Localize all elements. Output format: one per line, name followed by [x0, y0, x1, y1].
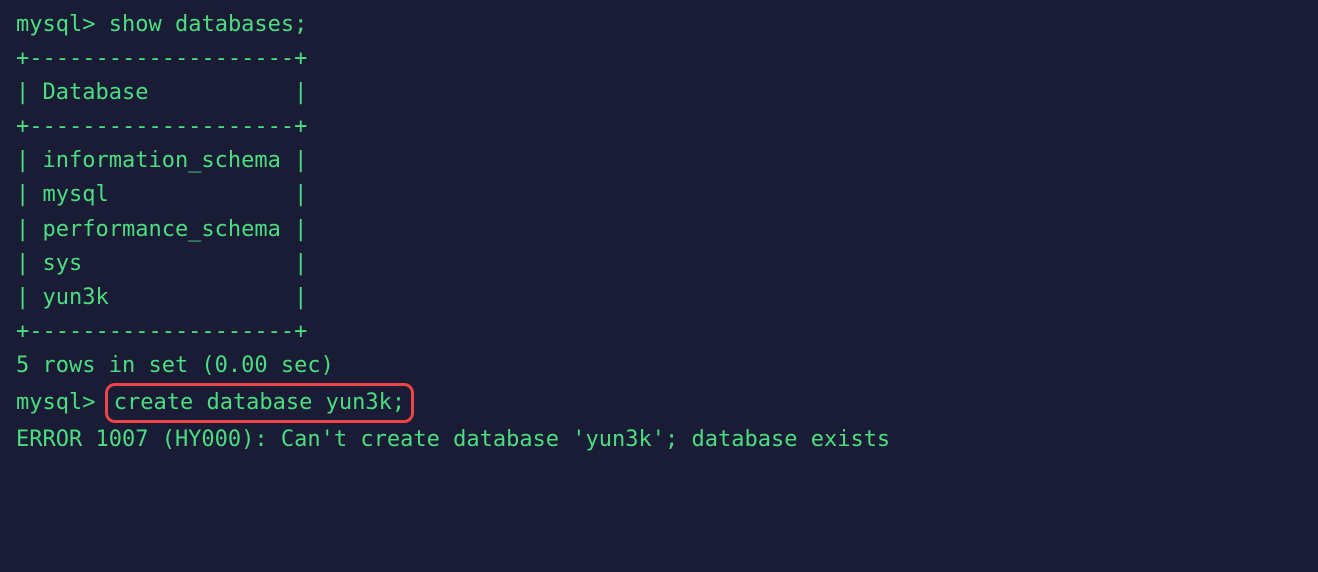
prompt: mysql> [16, 390, 95, 415]
table-border-bottom: +--------------------+ [16, 315, 1302, 349]
result-summary: 5 rows in set (0.00 sec) [16, 349, 1302, 383]
error-message: ERROR 1007 (HY000): Can't create databas… [16, 423, 1302, 457]
command-create-database-highlighted: create database yun3k; [105, 383, 414, 423]
prompt-line-1: mysql> show databases; [16, 8, 1302, 42]
table-row-mysql: | mysql | [16, 178, 1302, 212]
table-row-yun3k: | yun3k | [16, 281, 1302, 315]
prompt: mysql> [16, 12, 95, 37]
table-header: | Database | [16, 76, 1302, 110]
prompt-line-2: mysql> create database yun3k; [16, 383, 1302, 423]
table-row-information-schema: | information_schema | [16, 144, 1302, 178]
table-row-sys: | sys | [16, 247, 1302, 281]
table-border-top: +--------------------+ [16, 42, 1302, 76]
table-row-performance-schema: | performance_schema | [16, 213, 1302, 247]
table-border-mid: +--------------------+ [16, 110, 1302, 144]
command-show-databases: show databases; [109, 12, 308, 37]
